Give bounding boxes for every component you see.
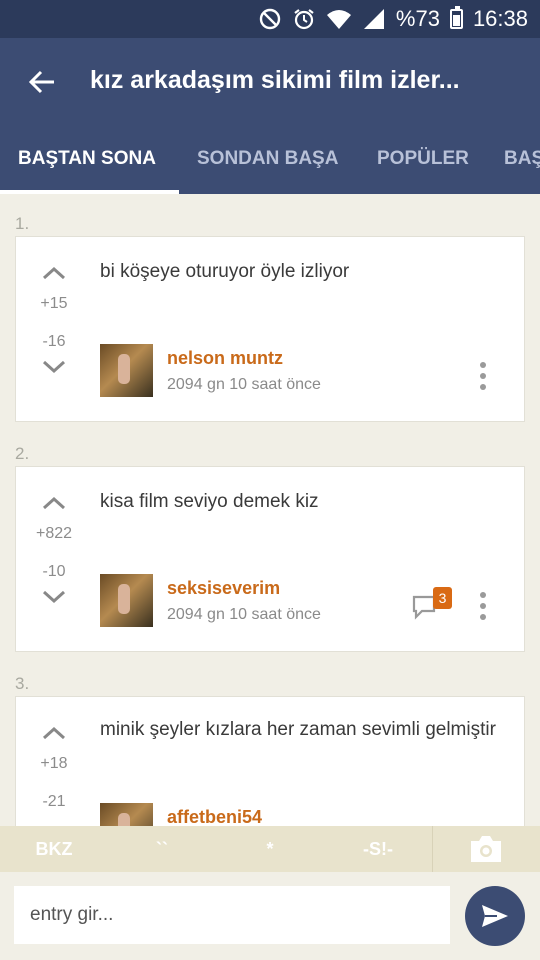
entry-text: bi köşeye oturuyor öyle izliyor [100,261,350,282]
backtick-button[interactable]: `` [118,826,206,872]
toolbar-divider [432,826,433,872]
alarm-icon [292,7,316,31]
tab-bastan-sona[interactable]: BAŞTAN SONA [18,138,156,194]
spoiler-button[interactable]: -S!- [334,826,422,872]
entry-timestamp: 2094 gn 10 saat önce [167,606,321,623]
do-not-disturb-icon [258,7,282,31]
star-button[interactable]: * [226,826,314,872]
upvote-button[interactable] [36,491,72,515]
tab-bar: BAŞTAN SONA SONDAN BAŞA POPÜLER BAŞ [0,138,540,194]
arrow-left-icon [28,70,54,94]
upvote-button[interactable] [36,721,72,745]
chevron-down-icon [42,590,66,604]
chevron-up-icon [42,496,66,510]
status-bar: %73 16:38 [0,0,540,38]
entry-card: +15 -16 bi köşeye oturuyor öyle izliyor … [15,236,525,422]
avatar[interactable] [100,803,153,826]
downvote-count: -10 [42,563,66,580]
upvote-count: +822 [36,525,73,542]
wifi-icon [326,7,352,31]
battery-percent: %73 [395,6,440,31]
clock: 16:38 [472,6,528,31]
avatar[interactable] [100,344,153,397]
upvote-button[interactable] [36,261,72,285]
downvote-button[interactable] [36,355,72,379]
vote-column: +15 -16 [36,261,72,379]
entry-text: minik şeyler kızlara her zaman sevimli g… [100,719,496,740]
chevron-up-icon [42,266,66,280]
entry-timestamp: 2094 gn 10 saat önce [167,376,321,393]
author-name[interactable]: nelson muntz [167,348,283,369]
downvote-count: -16 [42,333,66,350]
send-icon [482,905,508,927]
send-button[interactable] [465,886,525,946]
camera-button[interactable] [468,834,504,864]
entry-text: kisa film seviyo demek kiz [100,491,319,512]
tab-bas[interactable]: BAŞ [504,138,540,194]
author-name[interactable]: seksiseverim [167,578,280,599]
comments-button[interactable]: 3 [412,587,452,621]
format-toolbar: BKZ `` * -S!- [0,826,540,872]
tab-populer[interactable]: POPÜLER [377,138,469,194]
chevron-up-icon [42,726,66,740]
page-title: kız arkadaşım sikimi film izler... [90,66,460,94]
more-options-button[interactable] [478,362,488,390]
entry-card: +822 -10 kisa film seviyo demek kiz seks… [15,466,525,652]
downvote-button[interactable] [36,585,72,609]
signal-icon [362,7,386,31]
entry-number: 1. [15,214,30,233]
entry-list[interactable]: 1. +15 -16 bi köşeye oturuyor öyle izliy… [0,194,540,826]
entry-number: 3. [15,674,30,693]
back-button[interactable] [22,62,62,102]
app-bar: kız arkadaşım sikimi film izler... BAŞTA… [0,38,540,194]
upvote-count: +15 [40,295,68,312]
avatar[interactable] [100,574,153,627]
chevron-down-icon [42,360,66,374]
upvote-count: +18 [40,755,68,772]
entry-input[interactable] [14,886,450,944]
camera-icon [471,836,501,862]
comment-count-badge: 3 [433,587,452,609]
downvote-count: -21 [42,793,66,810]
bkz-button[interactable]: BKZ [10,826,98,872]
vote-column: +18 -21 [36,721,72,811]
tab-sondan-basa[interactable]: SONDAN BAŞA [197,138,338,194]
composer [0,872,540,960]
more-options-button[interactable] [478,592,488,620]
entry-number: 2. [15,444,30,463]
author-name[interactable]: affetbeni54 [167,807,262,826]
entry-card: +18 -21 minik şeyler kızlara her zaman s… [15,696,525,826]
battery-icon [449,6,463,29]
vote-column: +822 -10 [36,491,72,609]
